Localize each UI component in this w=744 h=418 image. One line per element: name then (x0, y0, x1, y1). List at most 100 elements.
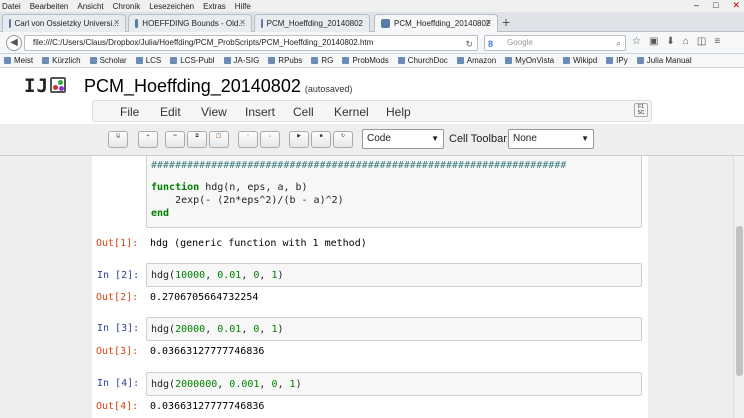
cell-toolbar-value: None (513, 133, 537, 144)
save-button[interactable]: 🖫 (108, 131, 128, 148)
download-icon[interactable]: ⬇ (666, 36, 674, 47)
scrollbar-thumb[interactable] (736, 226, 743, 376)
paste-cell-button[interactable]: 📋 (209, 131, 229, 148)
menu-help[interactable]: Help (386, 105, 411, 119)
move-up-button[interactable]: ↑ (238, 131, 258, 148)
close-tab-icon[interactable]: ✕ (485, 18, 492, 27)
back-button[interactable]: ◀ (6, 35, 22, 51)
new-tab-button[interactable]: + (502, 14, 510, 30)
insert-cell-button[interactable]: + (138, 131, 158, 148)
chevron-down-icon: ▼ (581, 134, 589, 143)
maximize-button[interactable]: □ (713, 0, 718, 12)
menu-extras[interactable]: Extras (203, 2, 226, 11)
tab-pcm-hoeffding-active[interactable]: PCM_Hoeffding_20140802 ✕ (374, 14, 498, 32)
bookmark-lcs-publ[interactable]: LCS-Publ (170, 56, 215, 65)
pocket-icon[interactable]: ◫ (697, 36, 706, 47)
tab-pcm-hoeffding-1[interactable]: PCM_Hoeffding_20140802 (254, 14, 370, 32)
interrupt-kernel-button[interactable]: ■ (311, 131, 331, 148)
url-bar[interactable]: file:///C:/Users/Claus/Dropbox/Julia/Hoe… (24, 35, 478, 51)
home-icon[interactable]: ⌂ (683, 36, 689, 47)
notebook-title[interactable]: PCM_Hoeffding_20140802 (autosaved) (84, 76, 352, 97)
input-prompt: In [4]: (97, 378, 140, 389)
page-icon (342, 57, 350, 64)
url-text: file:///C:/Users/Claus/Dropbox/Julia/Hoe… (33, 38, 374, 47)
reader-icon[interactable]: ▣ (649, 36, 658, 47)
menu-cell[interactable]: Cell (293, 105, 314, 119)
code-cell-3[interactable]: hdg(20000, 0.01, 0, 1) (146, 317, 642, 341)
bookmark-rg[interactable]: RG (311, 56, 333, 65)
hamburger-menu-icon[interactable]: ≡ (714, 36, 720, 47)
bookmark-wikipd[interactable]: Wikipd (563, 56, 597, 65)
tab-hoeffding-bounds[interactable]: HOEFFDING Bounds - Old... ✕ (128, 14, 252, 32)
close-window-button[interactable]: ✕ (732, 0, 740, 12)
tab-bar: Carl von Ossietzky Universi... ✕ HOEFFDI… (0, 12, 744, 32)
cell-toolbar-select[interactable]: None ▼ (508, 129, 594, 149)
notebook-body: # ---------- ###########################… (0, 156, 733, 418)
bookmark-ipy[interactable]: IPy (606, 56, 628, 65)
bookmark-label: Kürzlich (52, 56, 81, 65)
reload-icon[interactable]: ↻ (465, 37, 473, 51)
output-prompt: Out[3]: (96, 346, 139, 357)
search-placeholder: Google (507, 38, 533, 47)
menu-view[interactable]: View (201, 105, 227, 119)
menu-chronik[interactable]: Chronik (113, 2, 141, 11)
notebook-name[interactable]: PCM_Hoeffding_20140802 (84, 76, 301, 96)
code-line: end (151, 208, 170, 219)
bookmark-meist[interactable]: Meist (4, 56, 33, 65)
menu-insert[interactable]: Insert (245, 105, 275, 119)
bookmark-probmods[interactable]: ProbMods (342, 56, 389, 65)
page-scrollbar[interactable] (733, 156, 744, 418)
tab-ossietzky[interactable]: Carl von Ossietzky Universi... ✕ (2, 14, 126, 32)
move-down-button[interactable]: ↓ (260, 131, 280, 148)
restart-kernel-button[interactable]: ↻ (333, 131, 353, 148)
notebook-toolbar: 🖫 + ✂ ⧉ 📋 ↑ ↓ ▶ ■ ↻ Code ▼ Cell Toolbar: … (0, 124, 744, 156)
menu-edit[interactable]: Edit (160, 105, 181, 119)
bookmark-lcs[interactable]: LCS (135, 56, 161, 65)
page-icon (381, 19, 390, 28)
cell-type-select[interactable]: Code ▼ (362, 129, 444, 149)
code-text: hdg(n, eps, a, b) (199, 182, 308, 193)
menu-datei[interactable]: Datei (2, 2, 21, 11)
menu-ansicht[interactable]: Ansicht (77, 2, 103, 11)
bookmark-rpubs[interactable]: RPubs (268, 56, 302, 65)
output-text: 0.03663127777746836 (150, 346, 265, 357)
bookmark-churchdoc[interactable]: ChurchDoc (397, 56, 448, 65)
bookmark-julia-manual[interactable]: Julia Manual (636, 56, 692, 65)
bookmark-ja-sig[interactable]: JA-SIG (223, 56, 259, 65)
wikipedia-icon (563, 57, 571, 64)
menu-lesezeichen[interactable]: Lesezeichen (149, 2, 194, 11)
minimize-button[interactable]: – (694, 0, 699, 12)
bookmark-amazon[interactable]: Amazon (456, 56, 496, 65)
bookmark-label: ProbMods (352, 56, 389, 65)
bookmark-label: Meist (14, 56, 34, 65)
menu-kernel[interactable]: Kernel (334, 105, 369, 119)
keyboard-shortcuts-icon[interactable]: F1 SC (634, 103, 648, 117)
ijulia-logo[interactable]: IJ (24, 75, 66, 97)
search-input[interactable]: 8 Google ⌕ (484, 35, 626, 51)
close-tab-icon[interactable]: ✕ (239, 18, 246, 27)
bookmark-scholar[interactable]: Scholar (89, 56, 127, 65)
search-icon[interactable]: ⌕ (616, 36, 621, 50)
bookmark-label: Scholar (99, 56, 127, 65)
tab-label: PCM_Hoeffding_20140802 (266, 19, 363, 28)
close-tab-icon[interactable]: ✕ (113, 18, 120, 27)
code-line: hdg(2000000, 0.001, 0, 1) (151, 379, 302, 390)
navigation-bar: ◀ file:///C:/Users/Claus/Dropbox/Julia/H… (0, 32, 744, 54)
menu-hilfe[interactable]: Hilfe (235, 2, 251, 11)
search-engine-icon[interactable]: 8 (488, 37, 493, 51)
code-cell-1[interactable]: # ---------- ###########################… (146, 156, 642, 228)
notebook-page: # ---------- ###########################… (92, 156, 648, 418)
menu-bearbeiten[interactable]: Bearbeiten (30, 2, 69, 11)
bookmark-star-icon[interactable]: ☆ (632, 36, 641, 47)
cut-cell-button[interactable]: ✂ (165, 131, 185, 148)
run-cell-button[interactable]: ▶ (289, 131, 309, 148)
bookmark-label: Wikipd (573, 56, 598, 65)
copy-cell-button[interactable]: ⧉ (187, 131, 207, 148)
bookmark-label: ChurchDoc (407, 56, 448, 65)
bookmark-kurzlich[interactable]: Kürzlich (42, 56, 81, 65)
menu-file[interactable]: File (120, 105, 139, 119)
code-cell-4[interactable]: hdg(2000000, 0.001, 0, 1) (146, 372, 642, 396)
tab-label: PCM_Hoeffding_20140802 (394, 19, 491, 28)
code-cell-2[interactable]: hdg(10000, 0.01, 0, 1) (146, 263, 642, 287)
bookmark-myonvista[interactable]: MyOnVista (505, 56, 554, 65)
